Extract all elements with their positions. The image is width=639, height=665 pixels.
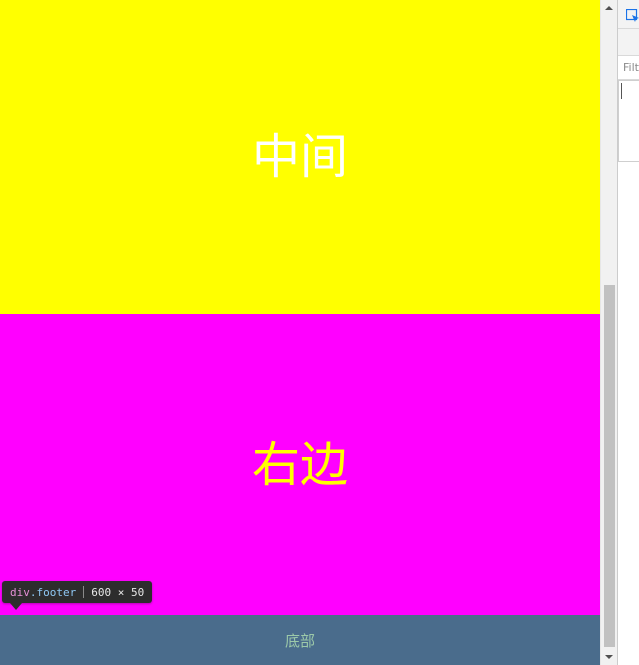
inspector-tooltip-divider	[83, 586, 85, 598]
browser-window: 中间 右边 底部 div .footer 600 × 50 Filt	[0, 0, 639, 665]
middle-section: 中间	[0, 0, 600, 314]
page-viewport: 中间 右边 底部 div .footer 600 × 50	[0, 0, 600, 665]
vertical-scrollbar[interactable]	[600, 0, 617, 665]
devtools-record-bar	[618, 29, 639, 76]
arrow-up-icon[interactable]	[601, 0, 617, 16]
devtools-panel: Filt	[617, 0, 639, 665]
select-element-icon[interactable]	[625, 8, 639, 27]
scrollbar-thumb[interactable]	[604, 285, 615, 647]
footer-label: 底部	[284, 631, 315, 650]
devtools-list-area[interactable]	[618, 80, 639, 162]
text-cursor	[621, 83, 622, 99]
inspector-tooltip-tag: div	[10, 585, 30, 599]
devtools-toolbar	[618, 0, 639, 29]
arrow-down-icon[interactable]	[601, 649, 617, 665]
inspector-tooltip: div .footer 600 × 50	[2, 581, 153, 603]
inspector-tooltip-arrow	[10, 603, 22, 610]
right-section: 右边	[0, 314, 600, 615]
right-section-label: 右边	[251, 436, 348, 493]
inspector-tooltip-class: .footer	[29, 585, 77, 599]
middle-section-label: 中间	[251, 129, 348, 185]
footer: 底部	[0, 615, 600, 665]
devtools-filter-input[interactable]: Filt	[618, 56, 639, 80]
inspector-tooltip-dimensions: 600 × 50	[91, 585, 145, 599]
